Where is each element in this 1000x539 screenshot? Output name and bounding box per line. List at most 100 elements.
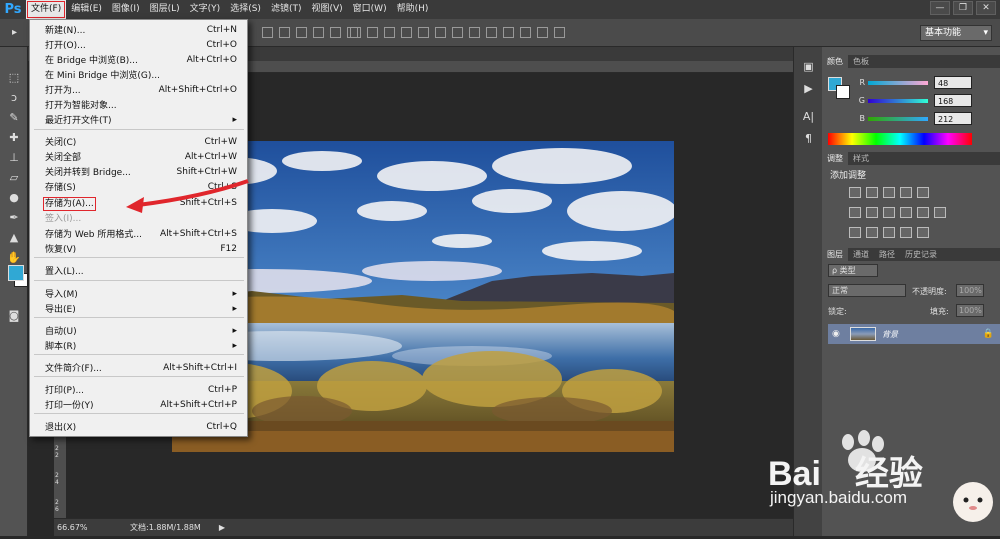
photo-filter-icon[interactable] [900, 207, 912, 218]
vibrance-icon[interactable] [849, 207, 861, 218]
opacity-input[interactable]: 100% [956, 284, 984, 297]
selective-color-icon[interactable] [900, 227, 912, 238]
actions-icon[interactable]: ▶ [794, 77, 823, 99]
distribute-icon[interactable] [469, 27, 480, 38]
menu-edit[interactable]: 编辑(E) [66, 0, 107, 19]
file-menu-item[interactable]: 打印一份(Y) Alt+Shift+Ctrl+P [30, 397, 247, 412]
tab-styles[interactable]: 样式 [848, 152, 874, 165]
tab-color[interactable]: 颜色 [822, 55, 848, 68]
red-slider[interactable] [868, 80, 928, 85]
file-menu-item[interactable]: 新建(N)... Ctrl+N [30, 22, 247, 37]
eye-icon[interactable]: ◉ [832, 329, 840, 339]
distribute-icon[interactable] [384, 27, 395, 38]
file-menu-item[interactable]: 存储为 Web 所用格式... Alt+Shift+Ctrl+S [30, 226, 247, 241]
distribute-icon[interactable] [554, 27, 565, 38]
align-icon[interactable] [279, 27, 290, 38]
file-menu-item[interactable]: 自动(U) ▸ [30, 323, 247, 338]
align-icon[interactable] [330, 27, 341, 38]
file-menu-item[interactable]: 打开为... Alt+Shift+Ctrl+O [30, 82, 247, 97]
menu-type[interactable]: 文字(Y) [185, 0, 226, 19]
tab-layers[interactable]: 图层 [822, 248, 848, 261]
character-icon[interactable]: A| [794, 105, 823, 127]
align-icon[interactable] [296, 27, 307, 38]
distribute-icon[interactable] [537, 27, 548, 38]
green-slider[interactable] [868, 98, 928, 103]
history-icon[interactable]: ▣ [794, 55, 823, 77]
layer-row-background[interactable]: ◉ 背景 🔒 [828, 324, 1000, 344]
foreground-color-swatch[interactable] [8, 265, 24, 281]
marquee-tool-icon[interactable]: ⬚ [0, 67, 28, 87]
menu-filter[interactable]: 滤镜(T) [266, 0, 307, 19]
menu-image[interactable]: 图像(I) [107, 0, 145, 19]
posterize-icon[interactable] [866, 227, 878, 238]
file-menu-item[interactable]: 导入(M) ▸ [30, 286, 247, 301]
close-button[interactable]: ✕ [976, 1, 996, 15]
distribute-icon[interactable] [520, 27, 531, 38]
menu-layer[interactable]: 图层(L) [145, 0, 185, 19]
channel-mixer-icon[interactable] [917, 207, 929, 218]
levels-icon[interactable] [866, 187, 878, 198]
blue-value-input[interactable]: 212 [934, 112, 972, 125]
file-menu-item[interactable]: 置入(L)... [30, 263, 247, 278]
color-spectrum[interactable] [828, 133, 972, 145]
menu-window[interactable]: 窗口(W) [348, 0, 392, 19]
blend-mode-select[interactable]: 正常 [828, 284, 906, 297]
distribute-icon[interactable] [503, 27, 514, 38]
quick-mask-icon[interactable]: ◙ [0, 305, 28, 325]
distribute-icon[interactable] [350, 27, 361, 38]
fill-input[interactable]: 100% [956, 304, 984, 317]
lookup-icon[interactable] [934, 207, 946, 218]
restore-button[interactable]: ❐ [953, 1, 973, 15]
tab-paths[interactable]: 路径 [874, 248, 900, 261]
distribute-icon[interactable] [435, 27, 446, 38]
paragraph-icon[interactable]: ¶ [794, 127, 823, 149]
threshold-icon[interactable] [883, 227, 895, 238]
gradient-icon[interactable] [917, 187, 929, 198]
file-menu-item[interactable]: 退出(X) Ctrl+Q [30, 419, 247, 434]
distribute-icon[interactable] [486, 27, 497, 38]
file-menu-item[interactable]: 关闭(C) Ctrl+W [30, 134, 247, 149]
align-icon[interactable] [262, 27, 273, 38]
align-icon[interactable] [313, 27, 324, 38]
file-menu-item[interactable]: 在 Mini Bridge 中浏览(G)... [30, 67, 247, 82]
blue-slider[interactable] [868, 116, 928, 121]
menu-view[interactable]: 视图(V) [306, 0, 347, 19]
layer-kind-filter[interactable]: ρ 类型 [828, 264, 878, 277]
menu-help[interactable]: 帮助(H) [392, 0, 434, 19]
healing-tool-icon[interactable]: ✚ [0, 127, 28, 147]
stamp-tool-icon[interactable]: ⊥ [0, 147, 28, 167]
exposure-icon[interactable] [900, 187, 912, 198]
file-menu-item[interactable]: 打开为智能对象... [30, 97, 247, 112]
tab-adjustments[interactable]: 调整 [822, 152, 848, 165]
tab-swatches[interactable]: 色板 [848, 55, 874, 68]
curves-icon[interactable] [883, 187, 895, 198]
path-select-tool-icon[interactable]: ▲ [0, 227, 28, 247]
file-menu-item[interactable]: 打印(P)... Ctrl+P [30, 382, 247, 397]
file-menu-item[interactable]: 脚本(R) ▸ [30, 338, 247, 353]
file-menu-item[interactable]: 恢复(V) F12 [30, 241, 247, 256]
pen-tool-icon[interactable]: ✒ [0, 207, 28, 227]
lasso-tool-icon[interactable]: ↄ [0, 87, 28, 107]
tab-channels[interactable]: 通道 [848, 248, 874, 261]
file-menu-item[interactable]: 最近打开文件(T) ▸ [30, 112, 247, 127]
distribute-icon[interactable] [367, 27, 378, 38]
gradient-map-icon[interactable] [917, 227, 929, 238]
distribute-icon[interactable] [418, 27, 429, 38]
file-menu-item[interactable]: 文件简介(F)... Alt+Shift+Ctrl+I [30, 360, 247, 375]
file-menu-item[interactable]: 在 Bridge 中浏览(B)... Alt+Ctrl+O [30, 52, 247, 67]
workspace-select[interactable]: 基本功能 [920, 25, 992, 41]
balance-icon[interactable] [866, 207, 878, 218]
brightness-icon[interactable] [849, 187, 861, 198]
zoom-level[interactable]: 66.67% [54, 523, 90, 532]
distribute-icon[interactable] [452, 27, 463, 38]
menu-select[interactable]: 选择(S) [225, 0, 266, 19]
invert-icon[interactable] [849, 227, 861, 238]
blur-tool-icon[interactable]: ● [0, 187, 28, 207]
brush-tool-icon[interactable]: ✎ [0, 107, 28, 127]
status-menu-arrow-icon[interactable]: ▶ [219, 523, 225, 532]
tab-history[interactable]: 历史记录 [900, 248, 942, 261]
file-menu-item[interactable]: 关闭全部 Alt+Ctrl+W [30, 149, 247, 164]
red-value-input[interactable]: 48 [934, 76, 972, 89]
green-value-input[interactable]: 168 [934, 94, 972, 107]
menu-file[interactable]: 文件(F) [26, 0, 67, 19]
